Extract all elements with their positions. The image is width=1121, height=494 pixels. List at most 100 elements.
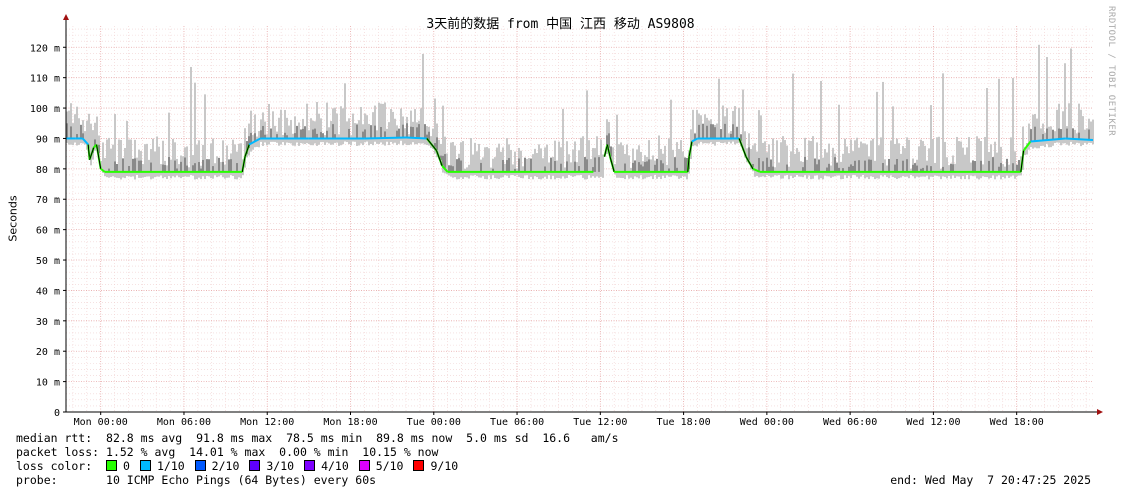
- smoke-bar: [554, 140, 556, 180]
- smoke-core: [766, 157, 768, 172]
- smoke-core: [236, 163, 238, 172]
- smoke-core: [208, 159, 210, 172]
- smoke-core: [724, 123, 726, 139]
- smoke-bar: [936, 137, 938, 176]
- smoke-bar: [938, 136, 940, 177]
- smoke-bar: [278, 117, 280, 146]
- packet-loss-avg: 1.52 % avg: [106, 445, 176, 459]
- y-tick-label: 60 m: [36, 226, 60, 237]
- smoke-core: [222, 161, 224, 172]
- smoke-bar: [778, 162, 780, 176]
- smoke-bar: [942, 73, 944, 177]
- smoke-bar: [666, 164, 668, 176]
- loss-color-item: 9/10: [413, 459, 458, 473]
- smoke-core: [314, 128, 316, 139]
- smoke-bar: [482, 157, 484, 177]
- smoke-core: [684, 157, 686, 172]
- smoke-bar: [1050, 126, 1052, 148]
- smoke-bar: [780, 142, 782, 179]
- y-tick-label: 90 m: [36, 134, 60, 145]
- smoke-bar: [820, 80, 822, 179]
- smoke-bar: [178, 164, 180, 178]
- smoke-core: [850, 164, 852, 172]
- smoke-core: [706, 125, 708, 139]
- smoke-core: [906, 159, 908, 172]
- smoke-core: [974, 161, 976, 172]
- smoke-bar: [170, 159, 172, 179]
- smoke-bar: [190, 66, 192, 176]
- smoke-bar: [368, 123, 370, 146]
- smoke-core: [228, 159, 230, 172]
- smoke-bar: [876, 91, 878, 179]
- smoke-bar: [940, 168, 942, 180]
- smoke-bar: [240, 143, 242, 179]
- smoke-core: [348, 128, 350, 139]
- smoke-core: [972, 160, 974, 172]
- smoke-core: [418, 124, 420, 139]
- smoke-core: [786, 164, 788, 172]
- smoke-core: [868, 159, 870, 172]
- smoke-bar: [528, 158, 530, 180]
- median-rtt-min: 78.5 ms min: [286, 431, 363, 445]
- smoke-core: [912, 164, 914, 172]
- smoke-bar: [214, 163, 216, 176]
- smoke-core: [902, 160, 904, 172]
- smoke-core: [194, 163, 196, 172]
- rrdtool-watermark: RRDTOOL / TOBI OETIKER: [1106, 6, 1116, 137]
- smoke-bar: [742, 89, 744, 151]
- smoke-bar: [308, 130, 310, 144]
- smoke-core: [864, 160, 866, 172]
- smoke-bar: [352, 113, 354, 142]
- smoke-bar: [292, 133, 294, 146]
- smoke-bar: [626, 144, 628, 176]
- smoke-bar: [328, 127, 330, 144]
- y-tick-label: 110 m: [30, 74, 60, 85]
- smoke-bar: [182, 156, 184, 177]
- smoke-core: [524, 157, 526, 172]
- smoke-bar: [784, 140, 786, 176]
- smoke-bar: [570, 162, 572, 176]
- smoke-core: [1018, 160, 1020, 172]
- smoke-bar: [596, 136, 598, 177]
- smoke-bar: [512, 164, 514, 175]
- smoke-core: [644, 161, 646, 172]
- smoke-bar: [272, 111, 274, 142]
- smoke-bar: [176, 158, 178, 176]
- loss-color-item: 1/10: [139, 459, 185, 473]
- smoke-core: [574, 161, 576, 172]
- y-tick-label: 100 m: [30, 104, 60, 115]
- smoke-core: [460, 160, 462, 172]
- smoke-bar: [372, 112, 374, 146]
- smoke-bar: [616, 114, 618, 178]
- smoke-core: [882, 162, 884, 172]
- smoke-bar: [956, 136, 958, 177]
- y-tick-label: 0: [54, 408, 60, 419]
- smoke-bar: [650, 159, 652, 177]
- smoke-bar: [622, 145, 624, 179]
- smoke-core: [1060, 129, 1062, 139]
- loss-color-swatch: [413, 460, 425, 471]
- smoke-bar: [290, 119, 292, 144]
- median-rtt-sd: 5.0 ms sd: [466, 431, 529, 445]
- smoke-bar: [590, 158, 592, 178]
- smoke-bar: [288, 125, 290, 143]
- smoke-core: [814, 158, 816, 172]
- smoke-bar: [358, 120, 360, 146]
- smoke-core: [1066, 128, 1068, 139]
- smoke-bar: [806, 159, 808, 179]
- smoke-bar: [344, 83, 346, 142]
- smoke-core: [206, 159, 208, 172]
- smoke-core: [300, 129, 302, 139]
- smoke-bar: [792, 73, 794, 179]
- loss-color-item: 3/10: [249, 459, 294, 473]
- smoke-core: [950, 163, 952, 172]
- smoke-bar: [298, 122, 300, 146]
- smoke-bar: [670, 99, 672, 177]
- smoke-bar: [1038, 44, 1040, 149]
- median-rtt-max: 91.8 ms max: [196, 431, 273, 445]
- smoke-core: [1016, 164, 1018, 172]
- smoke-bar: [878, 145, 880, 179]
- x-tick-label: Wed 12:00: [906, 417, 960, 428]
- smoke-core: [134, 158, 136, 172]
- smoke-core: [586, 159, 588, 172]
